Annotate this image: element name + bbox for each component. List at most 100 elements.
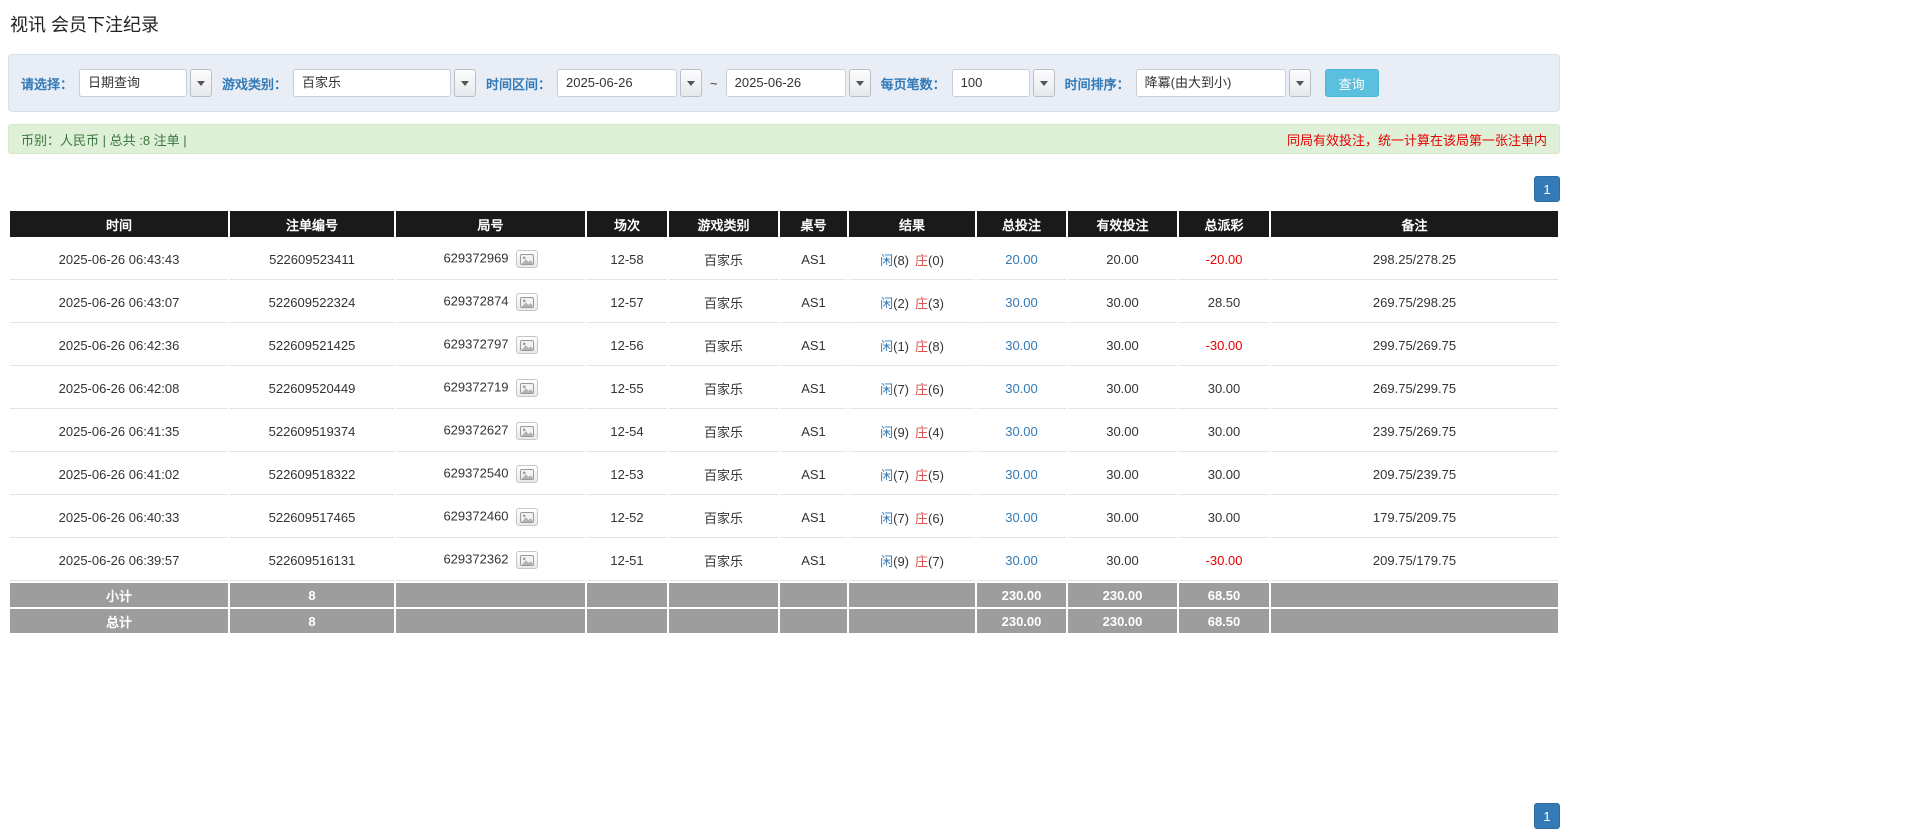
total-count: 8 xyxy=(230,609,394,633)
sort-order-value[interactable]: 降冪(由大到小) xyxy=(1135,69,1286,97)
filter-time-range: 时间区间： 2025-06-26 ~ 2025-06-26 xyxy=(486,69,871,97)
cell-bet-id: 522609523411 xyxy=(230,239,394,280)
caret-icon xyxy=(855,80,864,86)
col-header-result: 结果 xyxy=(849,211,975,237)
page-button-1[interactable]: 1 xyxy=(1534,176,1560,202)
cell-total-bet[interactable]: 30.00 xyxy=(977,454,1066,495)
caret-icon xyxy=(197,80,206,86)
cell-bet-id: 522609519374 xyxy=(230,411,394,452)
game-type-value[interactable]: 百家乐 xyxy=(293,69,452,97)
table-row: 2025-06-26 06:43:07 522609522324 6293728… xyxy=(10,282,1558,323)
cell-time: 2025-06-26 06:42:08 xyxy=(10,368,228,409)
table-row: 2025-06-26 06:39:57 522609516131 6293723… xyxy=(10,540,1558,581)
col-header-game: 游戏类别 xyxy=(669,211,778,237)
subtotal-label: 小计 xyxy=(10,583,228,607)
player-score: (7) xyxy=(893,381,909,397)
round-replay-icon[interactable] xyxy=(515,508,538,526)
table-row: 2025-06-26 06:43:43 522609523411 6293729… xyxy=(10,239,1558,280)
cell-result: 闲(8) 庄(0) xyxy=(849,239,975,280)
chevron-down-icon[interactable] xyxy=(848,69,871,97)
chevron-down-icon[interactable] xyxy=(454,69,477,97)
round-replay-icon[interactable] xyxy=(515,551,538,569)
round-id: 629372874 xyxy=(443,293,509,309)
cell-game: 百家乐 xyxy=(669,411,778,452)
cell-session: 12-55 xyxy=(587,368,667,409)
banker-result: 庄 xyxy=(915,381,929,397)
summary-note: 同局有效投注，统一计算在该局第一张注单内 xyxy=(1286,132,1547,148)
round-replay-icon[interactable] xyxy=(515,250,538,268)
chevron-down-icon[interactable] xyxy=(1032,69,1055,97)
cell-round: 629372627 xyxy=(396,411,585,452)
cell-total-bet[interactable]: 30.00 xyxy=(977,282,1066,323)
chevron-down-icon[interactable] xyxy=(1288,69,1311,97)
cell-bet-id: 522609522324 xyxy=(230,282,394,323)
filter-bar: 请选择： 日期查询 游戏类别： 百家乐 时间区间： 2025-06-26 ~ 2… xyxy=(8,54,1560,112)
cell-total-bet[interactable]: 30.00 xyxy=(977,540,1066,581)
cell-session: 12-56 xyxy=(587,325,667,366)
col-header-payout: 总派彩 xyxy=(1179,211,1269,237)
chevron-down-icon[interactable] xyxy=(190,69,213,97)
cell-table: AS1 xyxy=(780,282,847,323)
cell-bet-id: 522609516131 xyxy=(230,540,394,581)
cell-table: AS1 xyxy=(780,239,847,280)
col-header-round: 局号 xyxy=(396,211,585,237)
chevron-down-icon[interactable] xyxy=(680,69,703,97)
cell-session: 12-58 xyxy=(587,239,667,280)
date-from-combo: 2025-06-26 xyxy=(557,69,703,97)
banker-score: (4) xyxy=(928,424,944,440)
banker-score: (8) xyxy=(928,338,944,354)
col-header-total-bet: 总投注 xyxy=(977,211,1066,237)
cell-valid-bet: 30.00 xyxy=(1068,411,1177,452)
table-row: 2025-06-26 06:41:02 522609518322 6293725… xyxy=(10,454,1558,495)
cell-total-bet[interactable]: 30.00 xyxy=(977,325,1066,366)
subtotal-row: 小计 8 230.00 230.00 68.50 xyxy=(10,583,1558,607)
cell-total-bet[interactable]: 30.00 xyxy=(977,411,1066,452)
date-to-value[interactable]: 2025-06-26 xyxy=(725,69,846,97)
search-button[interactable]: 查询 xyxy=(1324,69,1379,97)
col-header-valid-bet: 有效投注 xyxy=(1068,211,1177,237)
sort-order-combo: 降冪(由大到小) xyxy=(1135,69,1311,97)
cell-table: AS1 xyxy=(780,325,847,366)
subtotal-count: 8 xyxy=(230,583,394,607)
col-header-session: 场次 xyxy=(587,211,667,237)
cell-total-bet[interactable]: 20.00 xyxy=(977,239,1066,280)
query-mode-label: 请选择： xyxy=(21,76,74,92)
cell-remark: 239.75/269.75 xyxy=(1271,411,1558,452)
query-mode-value[interactable]: 日期查询 xyxy=(79,69,188,97)
cell-game: 百家乐 xyxy=(669,454,778,495)
pagination-bottom: 1 xyxy=(8,803,1560,829)
round-replay-icon[interactable] xyxy=(515,293,538,311)
grand-total-row: 总计 8 230.00 230.00 68.50 xyxy=(10,609,1558,633)
cell-time: 2025-06-26 06:43:43 xyxy=(10,239,228,280)
player-score: (8) xyxy=(893,252,909,268)
cell-round: 629372719 xyxy=(396,368,585,409)
round-id: 629372540 xyxy=(443,465,509,481)
round-replay-icon[interactable] xyxy=(515,422,538,440)
round-replay-icon[interactable] xyxy=(515,336,538,354)
cell-time: 2025-06-26 06:41:02 xyxy=(10,454,228,495)
page-title: 视讯 会员下注纪录 xyxy=(10,15,160,35)
cell-total-bet[interactable]: 30.00 xyxy=(977,368,1066,409)
cell-valid-bet: 30.00 xyxy=(1068,540,1177,581)
filter-game-type: 游戏类别： 百家乐 xyxy=(222,69,477,97)
page-size-combo: 100 xyxy=(951,69,1055,97)
player-score: (1) xyxy=(893,338,909,354)
sort-order-label: 时间排序： xyxy=(1064,76,1130,92)
cell-payout: 28.50 xyxy=(1179,282,1269,323)
time-range-label: 时间区间： xyxy=(486,76,552,92)
page-button-1-bottom[interactable]: 1 xyxy=(1534,803,1560,829)
cell-remark: 298.25/278.25 xyxy=(1271,239,1558,280)
banker-result: 庄 xyxy=(915,510,929,526)
table-row: 2025-06-26 06:41:35 522609519374 6293726… xyxy=(10,411,1558,452)
cell-time: 2025-06-26 06:43:07 xyxy=(10,282,228,323)
cell-payout: 30.00 xyxy=(1179,368,1269,409)
date-from-value[interactable]: 2025-06-26 xyxy=(557,69,678,97)
subtotal-total-bet: 230.00 xyxy=(977,583,1066,607)
round-replay-icon[interactable] xyxy=(515,465,538,483)
cell-total-bet[interactable]: 30.00 xyxy=(977,497,1066,538)
cell-result: 闲(7) 庄(5) xyxy=(849,454,975,495)
cell-remark: 299.75/269.75 xyxy=(1271,325,1558,366)
page-size-value[interactable]: 100 xyxy=(951,69,1030,97)
cell-game: 百家乐 xyxy=(669,497,778,538)
round-replay-icon[interactable] xyxy=(515,379,538,397)
